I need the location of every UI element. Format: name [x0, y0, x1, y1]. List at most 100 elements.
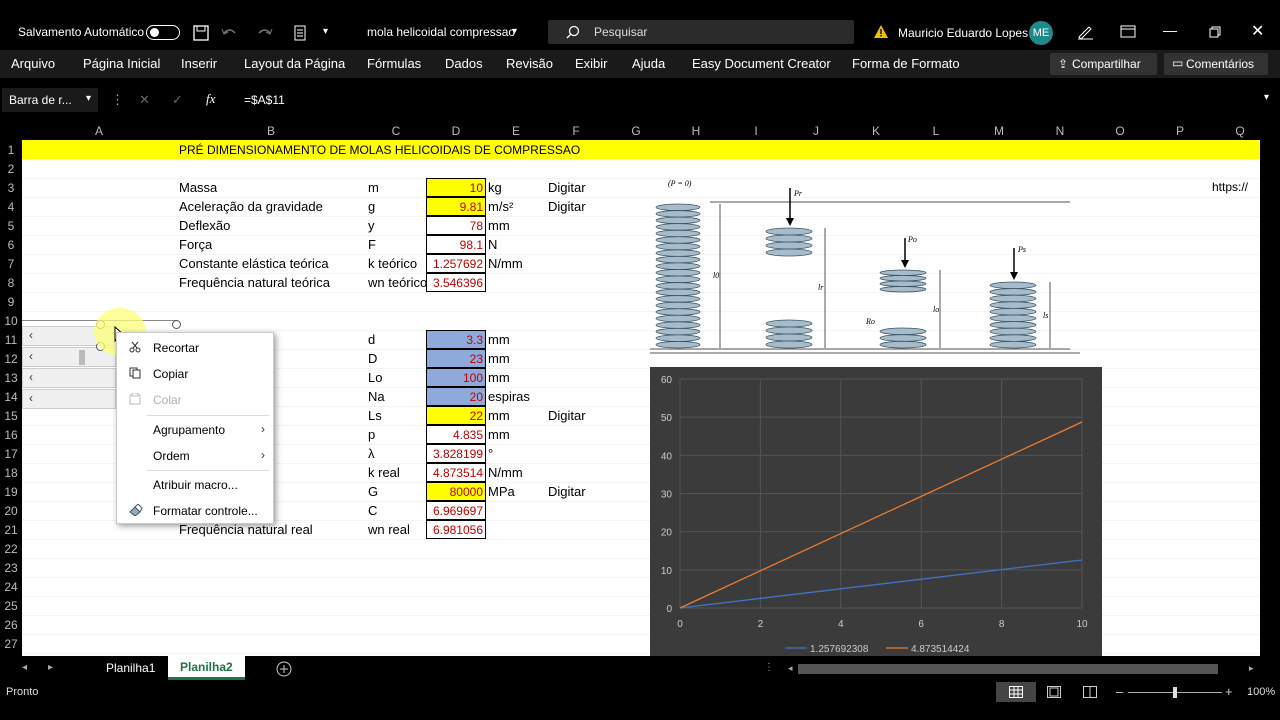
param-symbol[interactable]: p [368, 425, 375, 444]
autosave-toggle[interactable] [146, 25, 180, 40]
column-header[interactable]: D [426, 124, 486, 138]
scroll-left-icon[interactable]: ◂ [788, 663, 793, 674]
param-unit[interactable]: N/mm [488, 254, 523, 273]
add-sheet-icon[interactable] [276, 661, 292, 677]
close-icon[interactable]: ✕ [1251, 21, 1264, 41]
menu-item-format-control[interactable]: Formatar controle... [153, 504, 258, 518]
row-header[interactable]: 1 [0, 143, 22, 157]
param-unit[interactable]: mm [488, 216, 510, 235]
param-symbol[interactable]: F [368, 235, 376, 254]
row-header[interactable]: 12 [0, 352, 22, 366]
param-value[interactable]: 3.3 [426, 330, 486, 349]
column-header[interactable]: Q [1208, 124, 1272, 138]
search-box[interactable]: Pesquisar [548, 20, 854, 44]
column-header[interactable]: A [22, 124, 176, 138]
row-header[interactable]: 7 [0, 257, 22, 271]
menu-item-order[interactable]: Ordem [153, 449, 190, 463]
more-options-icon[interactable]: ⋮ [111, 92, 124, 108]
scroll-left-icon[interactable]: ‹ [29, 328, 33, 342]
column-header[interactable]: G [606, 124, 666, 138]
url-fragment[interactable]: https:// [1212, 178, 1248, 197]
param-label[interactable]: Deflexão [179, 216, 230, 235]
tab-forma-de-formato[interactable]: Forma de Formato [852, 56, 960, 71]
param-value[interactable]: 4.873514 [426, 463, 486, 482]
column-header[interactable]: B [176, 124, 366, 138]
param-unit[interactable]: mm [488, 368, 510, 387]
warning-icon[interactable] [873, 24, 889, 39]
column-header[interactable]: N [1032, 124, 1088, 138]
param-unit[interactable]: N/mm [488, 463, 523, 482]
param-value[interactable]: 1.257692 [426, 254, 486, 273]
row-header[interactable]: 19 [0, 485, 22, 499]
column-header[interactable]: O [1088, 124, 1152, 138]
row-header[interactable]: 9 [0, 295, 22, 309]
horizontal-scroll-thumb[interactable] [798, 664, 1218, 674]
param-symbol[interactable]: Na [368, 387, 385, 406]
user-name[interactable]: Mauricio Eduardo Lopes [898, 26, 1028, 40]
row-header[interactable]: 20 [0, 504, 22, 518]
row-header[interactable]: 17 [0, 447, 22, 461]
avatar[interactable]: ME [1029, 21, 1053, 45]
param-symbol[interactable]: m [368, 178, 379, 197]
param-value[interactable]: 3.828199 [426, 444, 486, 463]
param-unit[interactable]: mm [488, 425, 510, 444]
param-value[interactable]: 9.81 [426, 197, 486, 216]
param-note[interactable]: Digitar [548, 406, 586, 425]
row-header[interactable]: 8 [0, 276, 22, 290]
menu-item-grouping[interactable]: Agrupamento [153, 423, 225, 437]
file-name[interactable]: mola helicoidal compressao [367, 25, 515, 39]
param-symbol[interactable]: Lo [368, 368, 382, 387]
quick-access-dropdown-icon[interactable]: ▾ [323, 26, 328, 37]
row-header[interactable]: 14 [0, 390, 22, 404]
scroll-left-icon[interactable]: ‹ [29, 349, 33, 363]
column-header[interactable]: J [786, 124, 846, 138]
normal-view-button[interactable] [996, 682, 1036, 702]
row-header[interactable]: 11 [0, 333, 22, 347]
param-symbol[interactable]: wn real [368, 520, 410, 539]
column-header[interactable]: F [546, 124, 606, 138]
menu-item-cut[interactable]: Recortar [153, 341, 199, 355]
param-value[interactable]: 22 [426, 406, 486, 425]
column-header[interactable]: H [666, 124, 726, 138]
column-header[interactable]: C [366, 124, 426, 138]
row-header[interactable]: 13 [0, 371, 22, 385]
row-header[interactable]: 6 [0, 238, 22, 252]
param-symbol[interactable]: y [368, 216, 375, 235]
pen-icon[interactable] [1076, 22, 1094, 40]
param-symbol[interactable]: D [368, 349, 377, 368]
scroll-left-icon[interactable]: ‹ [29, 391, 33, 405]
row-header[interactable]: 15 [0, 409, 22, 423]
param-unit[interactable]: mm [488, 330, 510, 349]
row-header[interactable]: 16 [0, 428, 22, 442]
param-symbol[interactable]: g [368, 197, 375, 216]
scroll-left-icon[interactable]: ‹ [29, 370, 33, 384]
param-symbol[interactable]: Ls [368, 406, 382, 425]
tab-ajuda[interactable]: Ajuda [632, 56, 665, 71]
tab-layout[interactable]: Layout da Página [244, 56, 345, 71]
zoom-level[interactable]: 100% [1247, 686, 1275, 698]
tab-inserir[interactable]: Inserir [181, 56, 217, 71]
minimize-icon[interactable]: — [1163, 22, 1177, 38]
param-symbol[interactable]: d [368, 330, 375, 349]
prev-sheet-icon[interactable]: ◂ [22, 662, 27, 673]
param-label[interactable]: Massa [179, 178, 217, 197]
param-label[interactable]: Constante elástica teórica [179, 254, 329, 273]
param-unit[interactable]: mm [488, 349, 510, 368]
param-unit[interactable]: ° [488, 444, 493, 463]
param-unit[interactable]: espiras [488, 387, 530, 406]
row-header[interactable]: 18 [0, 466, 22, 480]
filename-chevron-icon[interactable]: ▾ [512, 26, 517, 37]
param-value[interactable]: 80000 [426, 482, 486, 501]
column-header[interactable]: P [1152, 124, 1208, 138]
param-symbol[interactable]: k teórico [368, 254, 417, 273]
next-sheet-icon[interactable]: ▸ [48, 662, 53, 673]
row-header[interactable]: 21 [0, 523, 22, 537]
row-header[interactable]: 4 [0, 200, 22, 214]
tab-revisao[interactable]: Revisão [506, 56, 553, 71]
column-header[interactable]: M [966, 124, 1032, 138]
row-header[interactable]: 22 [0, 542, 22, 556]
redo-icon[interactable] [256, 25, 282, 41]
page-layout-icon[interactable] [1047, 686, 1061, 698]
row-header[interactable]: 5 [0, 219, 22, 233]
param-symbol[interactable]: C [368, 501, 377, 520]
